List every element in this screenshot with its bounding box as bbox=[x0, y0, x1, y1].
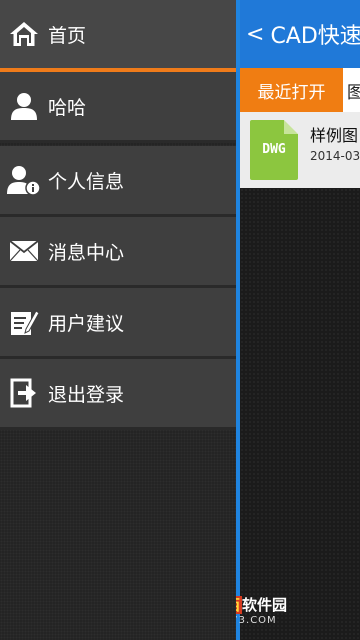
tab-recent[interactable]: 最近打开 bbox=[240, 68, 343, 112]
file-name: 样例图 bbox=[310, 126, 359, 145]
main-title: CAD快速 bbox=[270, 24, 360, 49]
drawer-item-label: 用户建议 bbox=[48, 312, 125, 335]
drawer-item-label: 首页 bbox=[48, 24, 87, 47]
drawer-item-home[interactable]: 首页 bbox=[0, 0, 236, 68]
person-info-icon bbox=[0, 160, 48, 200]
watermark-title-rest: 软件园 bbox=[242, 596, 288, 614]
main-tab-row: 最近打开 图 bbox=[240, 68, 360, 112]
drawer-item-label: 哈哈 bbox=[48, 96, 87, 119]
recent-file-item[interactable]: DWG 样例图 2014-03 bbox=[240, 112, 360, 188]
edit-note-icon bbox=[0, 302, 48, 342]
file-date: 2014-03 bbox=[310, 149, 360, 163]
page-fold bbox=[284, 120, 298, 134]
dwg-file-icon: DWG bbox=[250, 120, 298, 180]
app-root: < CAD快速 最近打开 图 DWG 样例图 2014-03 Cr 西西软件园 … bbox=[0, 0, 360, 640]
main-title-bar: < CAD快速 bbox=[240, 0, 360, 68]
exit-icon bbox=[0, 373, 48, 413]
drawer-item-logout[interactable]: 退出登录 bbox=[0, 359, 236, 430]
drawer-item-label: 个人信息 bbox=[48, 170, 125, 193]
tab-drawings[interactable]: 图 bbox=[343, 68, 360, 112]
drawer-item-user[interactable]: 哈哈 bbox=[0, 72, 236, 143]
drawer-item-feedback[interactable]: 用户建议 bbox=[0, 288, 236, 359]
person-icon bbox=[0, 86, 48, 126]
drawer-item-label: 退出登录 bbox=[48, 383, 125, 406]
envelope-icon bbox=[0, 231, 48, 271]
drawer-item-label: 消息中心 bbox=[48, 241, 125, 264]
back-button[interactable]: < bbox=[246, 22, 264, 47]
drawer-item-profile[interactable]: 个人信息 bbox=[0, 146, 236, 217]
navigation-drawer: 首页 哈哈 个人信息 消息中心 用户建议 退出登录 bbox=[0, 0, 236, 640]
file-extension-label: DWG bbox=[262, 142, 286, 157]
home-icon bbox=[0, 14, 48, 54]
drawer-item-messages[interactable]: 消息中心 bbox=[0, 217, 236, 288]
